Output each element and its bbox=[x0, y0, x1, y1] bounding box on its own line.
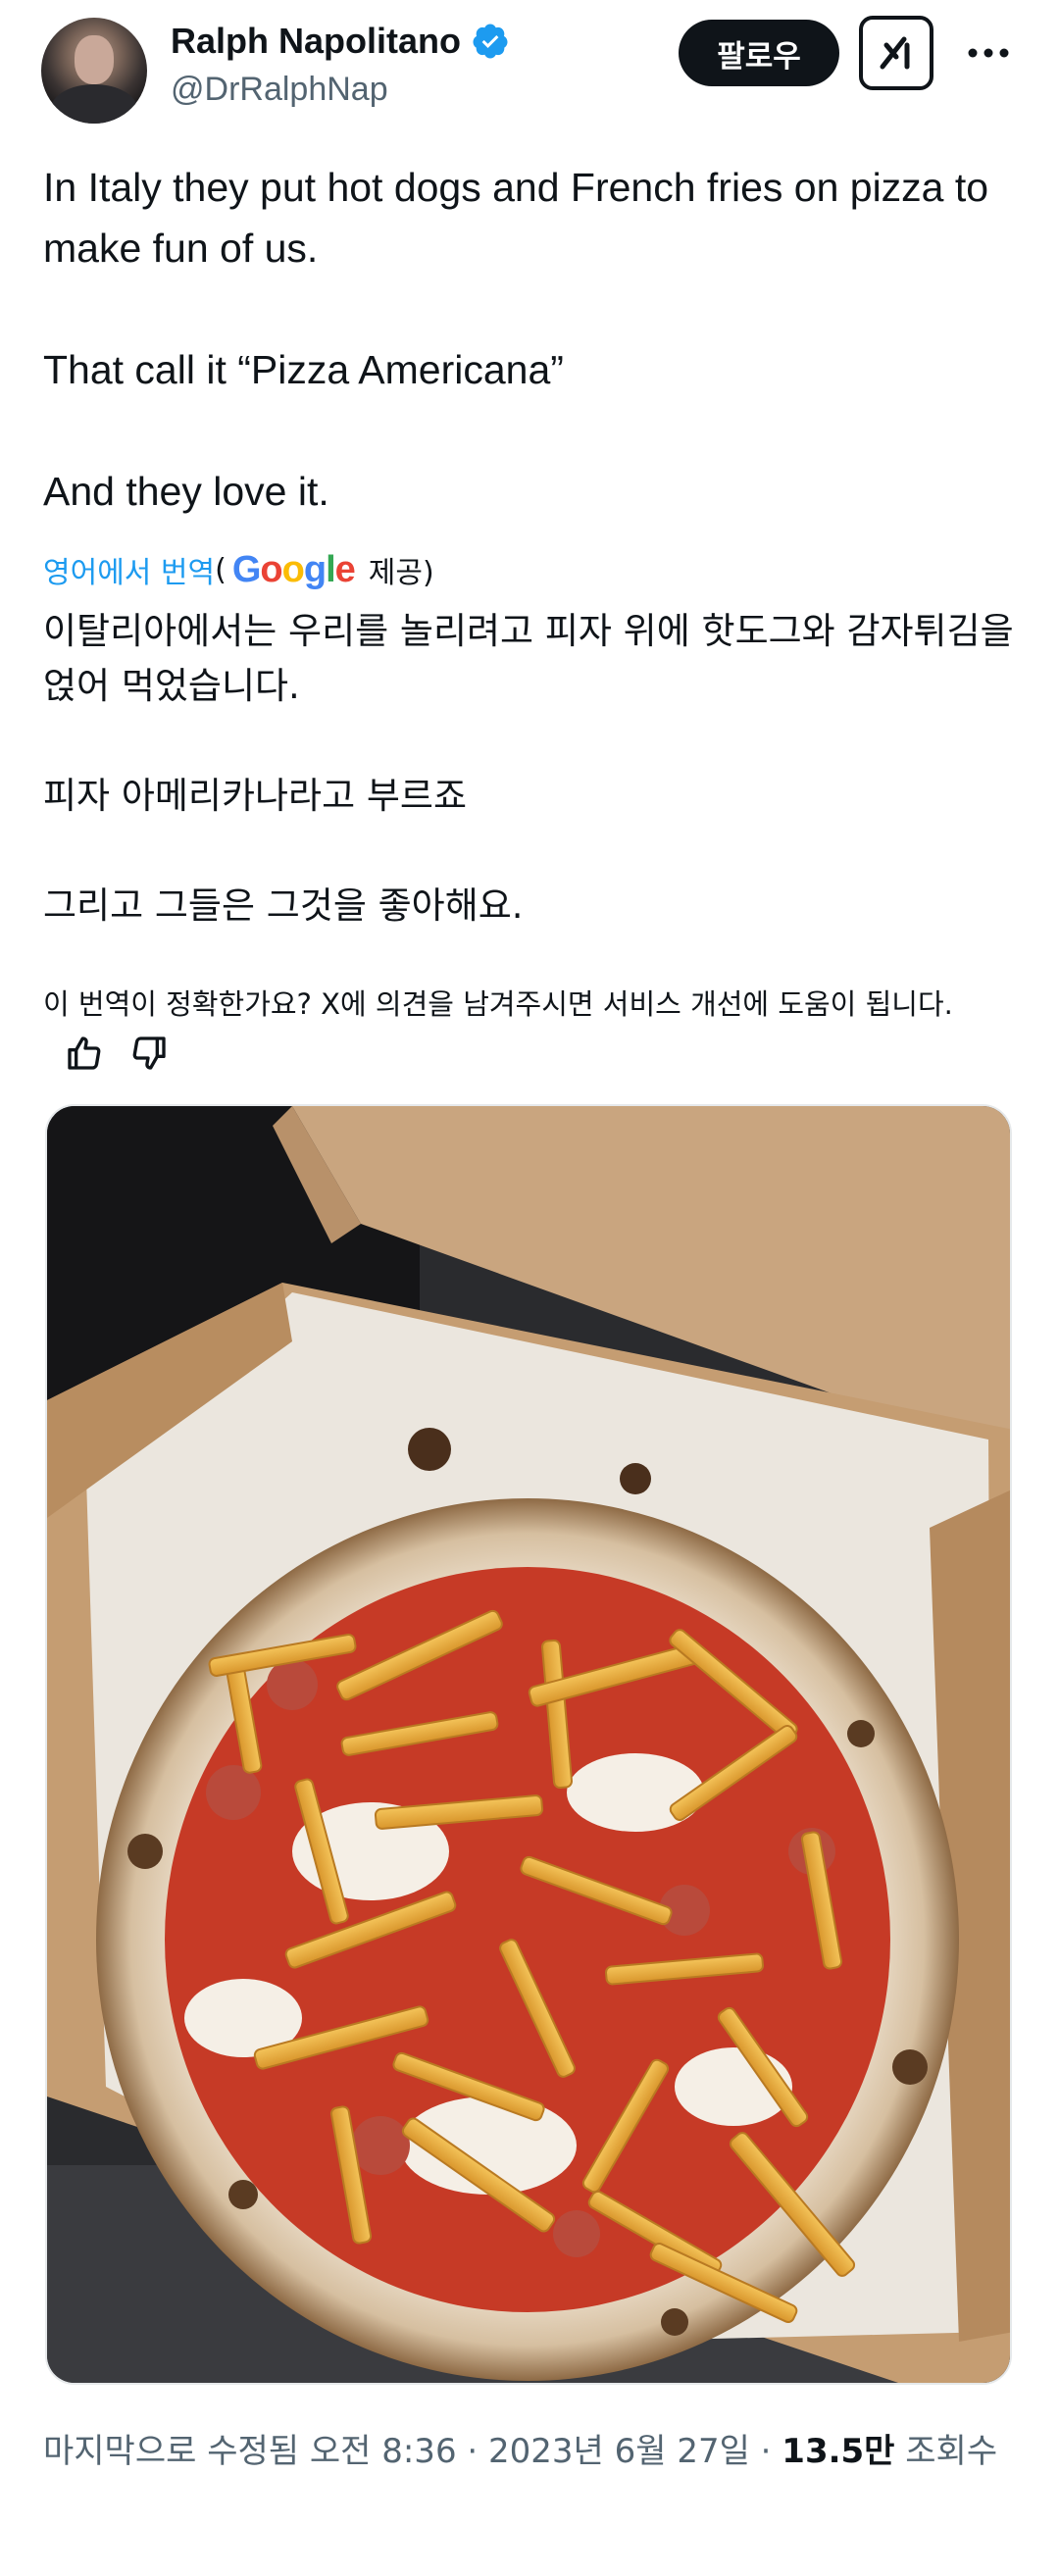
feedback-prompt: 이 번역이 정확한가요? X에 의견을 남겨주시면 서비스 개선에 도움이 됩니… bbox=[43, 987, 953, 1021]
follow-button[interactable]: 팔로우 bbox=[679, 20, 839, 86]
display-name[interactable]: Ralph Napolitano bbox=[171, 21, 461, 62]
display-name-row[interactable]: Ralph Napolitano bbox=[171, 20, 510, 63]
feedback-icons bbox=[65, 1034, 169, 1073]
translated-text: 이탈리아에서는 우리를 놀리려고 피자 위에 핫도그와 감자튀김을 얹어 먹었습… bbox=[43, 610, 1014, 927]
pizza-photo bbox=[47, 1106, 1010, 2383]
user-handle[interactable]: @DrRalphNap bbox=[171, 71, 388, 109]
views-count: 13.5만 bbox=[782, 2432, 895, 2471]
tweet-text: In Italy they put hot dogs and French fr… bbox=[43, 165, 989, 514]
more-icon bbox=[968, 48, 1009, 58]
edited-timestamp[interactable]: 마지막으로 수정됨 오전 8:36 · 2023년 6월 27일 · bbox=[43, 2432, 782, 2471]
tweet-meta: 마지막으로 수정됨 오전 8:36 · 2023년 6월 27일 · 13.5만… bbox=[43, 2426, 1024, 2477]
thumbs-up-icon[interactable] bbox=[65, 1034, 104, 1073]
verified-badge-icon bbox=[471, 22, 510, 61]
tweet-header: Ralph Napolitano @DrRalphNap 팔로우 bbox=[0, 0, 1059, 147]
google-logo-icon: Google bbox=[231, 548, 356, 590]
translation-feedback: 이 번역이 정확한가요? X에 의견을 남겨주시면 서비스 개선에 도움이 됩니… bbox=[43, 981, 1024, 1075]
translated-from-link[interactable]: 영어에서 번역 bbox=[43, 548, 215, 591]
translation-attribution: 영어에서 번역 ( Google 제공) bbox=[43, 545, 434, 594]
thumbs-down-icon[interactable] bbox=[129, 1034, 169, 1073]
provided-label: 제공) bbox=[368, 556, 434, 590]
more-options-button[interactable] bbox=[959, 24, 1018, 82]
avatar[interactable] bbox=[41, 18, 147, 124]
views-label: 조회수 bbox=[894, 2432, 998, 2471]
grok-button[interactable] bbox=[859, 16, 933, 90]
grok-icon bbox=[880, 36, 910, 70]
tweet-photo[interactable] bbox=[45, 1104, 1012, 2385]
avatar-shirt bbox=[51, 84, 137, 124]
paren-open: ( bbox=[215, 552, 227, 587]
avatar-face bbox=[75, 35, 114, 84]
